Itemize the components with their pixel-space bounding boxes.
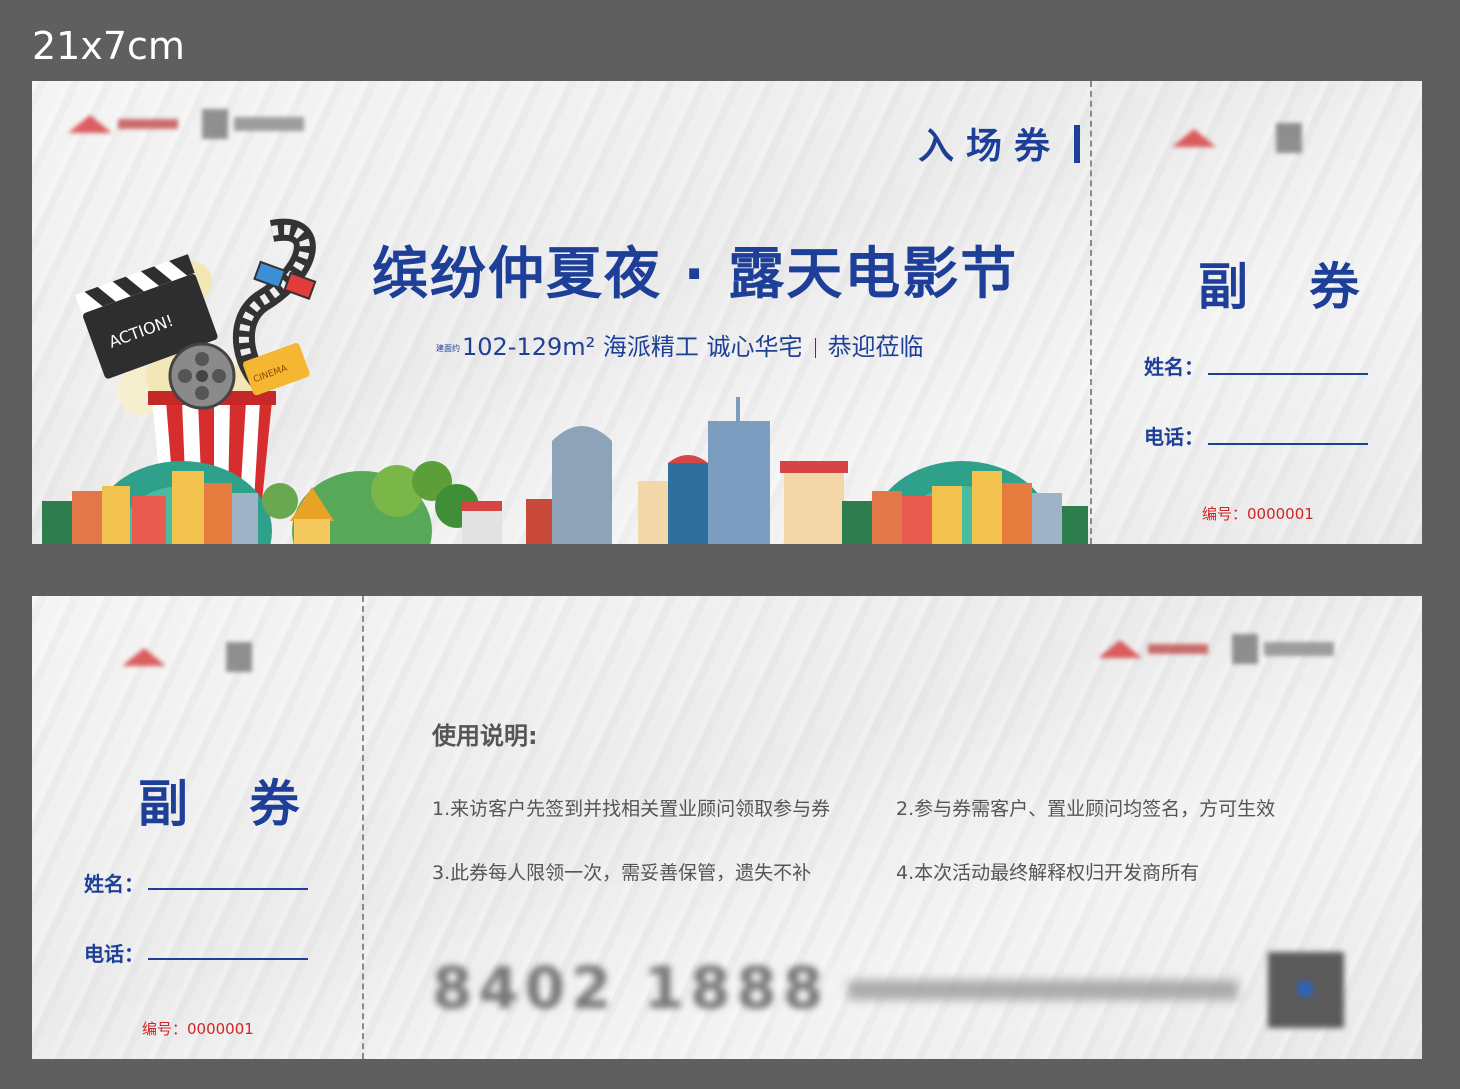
instruction-item-4: 4.本次活动最终解释权归开发商所有 bbox=[896, 862, 1200, 884]
back-developer-logo bbox=[1098, 634, 1334, 664]
instruction-item-3: 3.此券每人限领一次，需妥善保管，遗失不补 bbox=[432, 862, 812, 884]
event-subline: 建面约102-129m² 海派精工 诚心华宅 恭迎莅临 bbox=[436, 327, 924, 362]
instruction-item-2: 2.参与券需客户、置业顾问均签名，方可生效 bbox=[896, 798, 1276, 820]
developer-logo bbox=[68, 109, 304, 139]
town-skyline-illustration bbox=[42, 397, 1088, 544]
ticket-back: 副 券 姓名： 电话： 编号：0000001 使用说明: 1.来访客户先签到并找… bbox=[32, 596, 1422, 1059]
area-prefix: 建面约 bbox=[436, 343, 460, 353]
size-label: 21x7cm bbox=[32, 24, 185, 68]
entry-title-bar bbox=[1074, 125, 1080, 163]
instructions-title: 使用说明: bbox=[432, 722, 538, 750]
name-field[interactable] bbox=[1208, 373, 1368, 375]
hotline-number: 8402 1888 bbox=[432, 954, 830, 1022]
back-phone-label: 电话： bbox=[84, 942, 144, 966]
phone-label: 电话： bbox=[1144, 425, 1204, 449]
slogan: 海派精工 诚心华宅 bbox=[602, 333, 803, 361]
back-stub-title: 副 券 bbox=[138, 775, 322, 833]
subline-divider bbox=[814, 338, 816, 358]
stub-logo bbox=[1172, 123, 1302, 153]
event-title: 缤纷仲夏夜 · 露天电影节 bbox=[372, 242, 1019, 307]
perforation-line bbox=[1090, 81, 1092, 544]
phone-field[interactable] bbox=[1208, 443, 1368, 445]
stub-title: 副 券 bbox=[1198, 258, 1382, 316]
stub-logo-back bbox=[122, 642, 252, 672]
back-name-label: 姓名： bbox=[84, 872, 144, 896]
serial-number: 编号：0000001 bbox=[1202, 505, 1314, 523]
back-perforation-line bbox=[362, 596, 364, 1059]
instruction-item-1: 1.来访客户先签到并找相关置业顾问领取参与券 bbox=[432, 798, 831, 820]
back-phone-field[interactable] bbox=[148, 958, 308, 960]
entry-ticket-title: 入场券 bbox=[918, 126, 1063, 167]
address-text bbox=[848, 980, 1238, 1000]
welcome-text: 恭迎莅临 bbox=[827, 333, 924, 361]
name-label: 姓名： bbox=[1144, 355, 1204, 379]
qr-code bbox=[1268, 952, 1344, 1028]
ticket-front: 入场券 缤纷仲夏夜 · 露天电影节 建面约102-129m² 海派精工 诚心华宅… bbox=[32, 81, 1422, 544]
area-range: 102-129m² bbox=[462, 333, 596, 361]
back-serial-number: 编号：0000001 bbox=[142, 1020, 254, 1038]
back-name-field[interactable] bbox=[148, 888, 308, 890]
